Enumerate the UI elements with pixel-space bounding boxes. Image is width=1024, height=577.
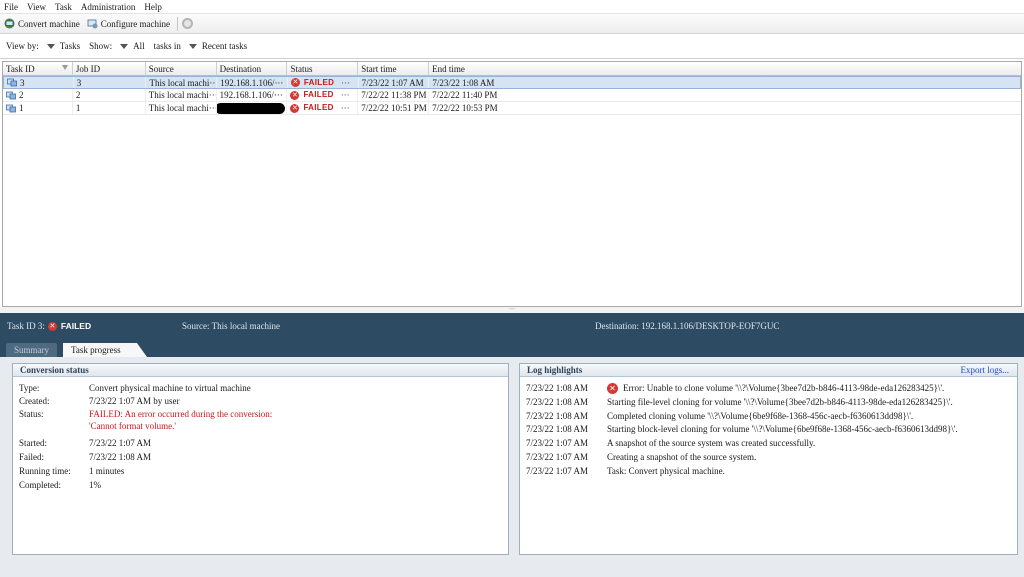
log-highlights-title: Log highlights Export logs... [520,364,1017,377]
column-header-job-id[interactable]: Job ID [73,62,146,75]
view-filter-bar: View by: Tasks Show: All tasks in Recent… [0,34,1024,59]
task-id-label: Task ID 3: [7,321,45,331]
view-by-value: Tasks [59,41,81,51]
menu-help[interactable]: Help [144,2,162,12]
tab-summary[interactable]: Summary [6,343,57,357]
options-gear-icon[interactable] [181,18,193,29]
more-icon[interactable]: ··· [341,77,350,88]
detail-tabs: Summary Task progress [0,341,1024,357]
status-badge: FAILED [303,90,334,99]
column-header-start-time[interactable]: Start time [358,62,430,75]
error-icon: ✕ [290,103,300,113]
log-entry: 7/23/22 1:08 AM Completed cloning volume… [526,410,914,421]
table-row[interactable]: 3 3 This local machi··· 192.168.1.106/··… [3,76,1021,89]
sort-indicator-icon [61,65,68,70]
dropdown-arrow-icon [188,43,197,49]
log-highlights-panel: Log highlights Export logs... 7/23/22 1:… [519,363,1018,555]
log-entry: 7/23/22 1:07 AM A snapshot of the source… [526,438,816,449]
status-error-message: FAILED: An error occurred during the con… [89,409,273,431]
task-icon [6,104,16,112]
convert-machine-button[interactable]: Convert machine [4,18,80,29]
toolbar-separator [176,16,178,31]
log-entry: 7/23/22 1:07 AM Creating a snapshot of t… [526,451,757,462]
status-badge: FAILED [303,103,334,112]
created-row: Created: 7/23/22 1:07 AM by user [19,396,180,406]
error-icon: ✕ [607,383,618,395]
error-icon: ✕ [290,78,300,87]
more-icon[interactable]: ··· [341,89,350,101]
task-detail-header: Task ID 3: ✕ FAILED Source: This local m… [0,313,1024,341]
view-by-label: View by: [6,41,39,51]
completed-row: Completed: 1% [19,480,101,490]
menu-bar: File View Task Administration Help [0,0,1024,14]
dropdown-arrow-icon [46,43,55,49]
convert-machine-icon [4,18,15,29]
task-list-table: Task ID Job ID Source Destination Status… [2,61,1022,307]
show-dropdown[interactable]: All [120,41,145,51]
tasks-in-label: tasks in [153,41,181,51]
menu-administration[interactable]: Administration [81,2,136,12]
task-icon [7,78,17,87]
column-header-end-time[interactable]: End time [429,62,1021,75]
menu-task[interactable]: Task [55,2,72,12]
failed-row: Failed: 7/23/22 1:08 AM [19,452,152,462]
configure-machine-label: Configure machine [100,18,170,29]
task-status: FAILED [60,321,92,331]
started-row: Started: 7/23/22 1:07 AM [19,438,152,448]
tasks-in-value: Recent tasks [201,41,248,51]
task-icon [6,91,16,99]
error-icon: ✕ [290,90,300,100]
status-row: Status: FAILED: An error occurred during… [13,408,508,432]
view-by-dropdown[interactable]: Tasks [46,41,81,51]
task-source: Source: This local machine [182,321,281,331]
show-label: Show: [89,41,113,51]
running-time-row: Running time: 1 minutes [19,466,125,476]
column-header-status[interactable]: Status [287,62,359,75]
dropdown-arrow-icon [120,43,129,49]
conversion-status-title: Conversion status [13,364,508,377]
log-entry: 7/23/22 1:08 AM Starting file-level clon… [526,396,953,407]
log-entry: 7/23/22 1:08 AM ✕ Error: Unable to clone … [526,383,945,395]
status-badge: FAILED [303,77,335,87]
column-header-task-id[interactable]: Task ID [3,62,73,75]
tasks-in-dropdown[interactable]: Recent tasks [188,41,248,51]
column-header-destination[interactable]: Destination [217,62,288,75]
type-row: Type: Convert physical machine to virtua… [19,383,251,393]
task-id-heading: Task ID 3: ✕ FAILED [7,321,91,331]
error-icon: ✕ [47,321,57,331]
log-entry: 7/23/22 1:07 AM Task: Convert physical m… [526,465,725,476]
toolbar: Convert machine Configure machine [0,14,1024,34]
more-icon[interactable]: ··· [341,102,350,114]
menu-file[interactable]: File [4,2,18,12]
table-row[interactable]: 1 1 This local machi··· ✕ FAILED ··· 7/22/… [3,102,1021,115]
task-progress-body: Conversion status Type: Convert physical… [0,357,1024,577]
table-row[interactable]: 2 2 This local machi··· 192.168.1.106/··… [3,89,1021,102]
configure-machine-icon [87,19,98,29]
log-entry: 7/23/22 1:08 AM Starting block-level clo… [526,424,958,435]
convert-machine-label: Convert machine [18,18,80,29]
tab-task-progress[interactable]: Task progress [63,343,147,357]
table-header: Task ID Job ID Source Destination Status… [3,62,1021,76]
task-destination: Destination: 192.168.1.106/DESKTOP-EOF7G… [595,321,780,331]
conversion-status-panel: Conversion status Type: Convert physical… [12,363,509,555]
show-value: All [133,41,145,51]
configure-machine-button[interactable]: Configure machine [87,18,170,29]
redacted-destination [216,102,285,114]
menu-view[interactable]: View [27,2,46,12]
column-header-source[interactable]: Source [146,62,217,75]
export-logs-link[interactable]: Export logs... [961,364,1010,377]
